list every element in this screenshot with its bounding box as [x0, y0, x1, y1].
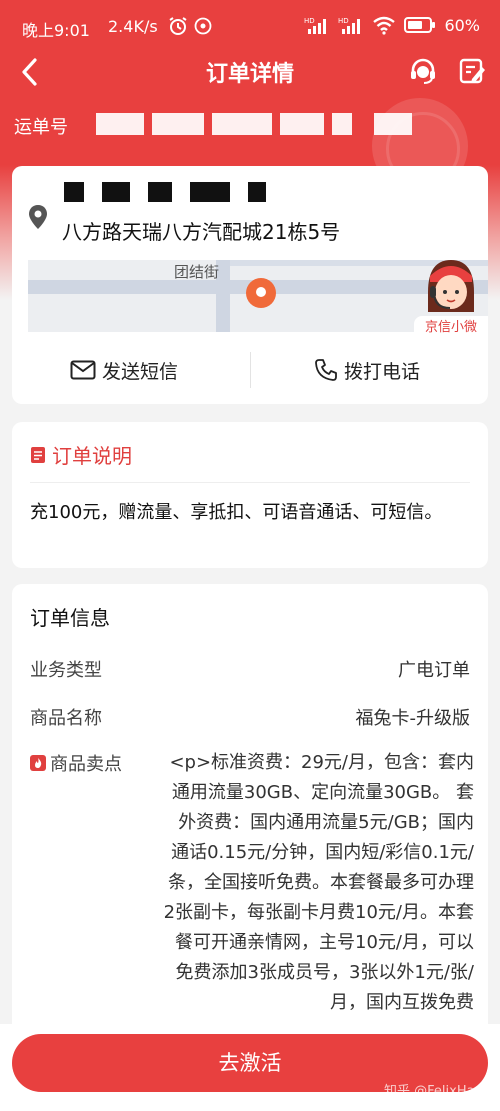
- svg-text:HD: HD: [304, 17, 315, 25]
- svg-text:HD: HD: [338, 17, 349, 25]
- call-label: 拨打电话: [344, 360, 421, 383]
- status-network-speed: 2.4K/s: [108, 17, 158, 36]
- contact-info-redacted: [64, 182, 266, 202]
- app-notification-icon: [194, 17, 212, 35]
- info-row-value: 福兔卡-升级版: [355, 708, 471, 729]
- envelope-icon: [70, 360, 96, 380]
- address-card: 八方路天瑞八方汽配城21栋5号 团结街 京信小微 发送短信 拨打电话: [12, 166, 488, 404]
- waybill-label: 运单号: [14, 117, 68, 138]
- location-icon: [29, 205, 47, 229]
- order-info-title: 订单信息: [30, 606, 110, 630]
- order-description-text: 充100元，赠流量、享抵扣、可语音通话、可短信。: [30, 502, 443, 523]
- send-sms-button[interactable]: 发送短信: [70, 350, 178, 390]
- navigation-bar: 订单详情: [0, 52, 500, 92]
- selling-points-label: 商品卖点: [50, 754, 122, 775]
- fire-icon: [30, 755, 46, 771]
- call-button[interactable]: 拨打电话: [314, 350, 420, 390]
- info-row-key: 业务类型: [30, 660, 102, 681]
- order-description-card: 订单说明 充100元，赠流量、享抵扣、可语音通话、可短信。: [12, 422, 488, 568]
- map-street-label: 团结街: [174, 263, 220, 281]
- customer-service-icon[interactable]: [408, 56, 438, 86]
- wifi-icon: [373, 16, 396, 35]
- send-sms-label: 发送短信: [102, 360, 179, 383]
- document-icon: [31, 446, 45, 463]
- assistant-label[interactable]: 京信小微: [414, 316, 488, 340]
- watermark: 知乎 @FelixHan: [384, 1084, 483, 1099]
- signal-hd-icon: HD: [304, 17, 327, 34]
- selling-points-key: 商品卖点: [30, 750, 122, 776]
- edit-icon[interactable]: [458, 57, 486, 85]
- info-row-key: 商品名称: [30, 708, 102, 729]
- signal-hd2-icon: HD: [338, 17, 361, 34]
- info-row-value: 广电订单: [398, 660, 470, 681]
- map-pin-icon: [246, 278, 276, 308]
- battery-percentage: 60%: [444, 15, 480, 35]
- status-bar: 晚上9:01 2.4K/s HD HD 60%: [0, 0, 500, 58]
- alarm-icon: [169, 17, 187, 35]
- order-description-header: 订单说明: [30, 440, 132, 469]
- selling-points-value: <p>标准资费：29元/月，包含：套内通用流量30GB、定向流量30GB。 套外…: [163, 752, 474, 1013]
- phone-icon: [315, 359, 337, 381]
- address-text: 八方路天瑞八方汽配城21栋5号: [62, 220, 341, 244]
- divider: [30, 482, 470, 483]
- order-description-title: 订单说明: [52, 444, 132, 468]
- status-time: 晚上9:01: [22, 21, 90, 40]
- divider: [250, 352, 251, 388]
- battery-icon: [404, 17, 436, 33]
- waybill-number-redacted: [96, 113, 412, 135]
